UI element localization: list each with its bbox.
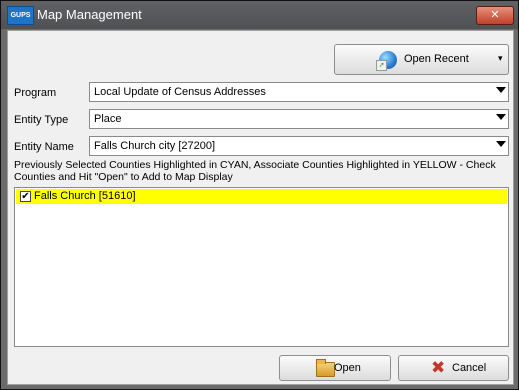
map-management-window: GUPS Map Management ✕ ➚ Open Recent ▾ Pr…: [0, 0, 519, 390]
program-value: Local Update of Census Addresses: [94, 86, 266, 98]
close-icon: ✕: [490, 9, 500, 21]
window-title: Map Management: [37, 7, 142, 22]
entity-name-select[interactable]: Falls Church city [27200]: [89, 136, 509, 156]
title-bar[interactable]: GUPS Map Management ✕: [1, 1, 518, 29]
chevron-down-icon[interactable]: [496, 141, 506, 147]
shortcut-arrow-icon: ➚: [376, 60, 387, 71]
chevron-down-icon[interactable]: ▾: [498, 53, 503, 64]
program-label: Program: [14, 87, 57, 99]
cancel-label: Cancel: [452, 362, 487, 374]
app-icon: GUPS: [7, 6, 34, 25]
entity-name-value: Falls Church city [27200]: [94, 140, 216, 152]
dialog-body: ➚ Open Recent ▾ Program Local Update of …: [7, 30, 514, 385]
entity-name-label: Entity Name: [14, 141, 74, 153]
program-select[interactable]: Local Update of Census Addresses: [89, 82, 509, 102]
cancel-icon: ✖: [431, 358, 446, 377]
close-button[interactable]: ✕: [476, 6, 514, 25]
open-recent-button[interactable]: ➚ Open Recent ▾: [334, 44, 509, 75]
instructions-text: Previously Selected Counties Highlighted…: [14, 159, 496, 183]
county-label: Falls Church [51610]: [34, 190, 136, 202]
county-list[interactable]: ✔ Falls Church [51610]: [14, 187, 509, 347]
county-checkbox[interactable]: ✔: [20, 191, 31, 202]
folder-icon: [316, 359, 335, 377]
cancel-button[interactable]: ✖ Cancel: [398, 355, 509, 381]
entity-type-value: Place: [94, 113, 122, 125]
open-recent-label: Open Recent: [404, 53, 469, 65]
globe-icon: ➚: [376, 51, 397, 71]
chevron-down-icon[interactable]: [496, 114, 506, 120]
open-label: Open: [334, 362, 361, 374]
entity-type-select[interactable]: Place: [89, 109, 509, 129]
open-button[interactable]: Open: [279, 355, 391, 381]
entity-type-label: Entity Type: [14, 114, 69, 126]
chevron-down-icon[interactable]: [496, 87, 506, 93]
list-item[interactable]: ✔ Falls Church [51610]: [16, 189, 507, 204]
